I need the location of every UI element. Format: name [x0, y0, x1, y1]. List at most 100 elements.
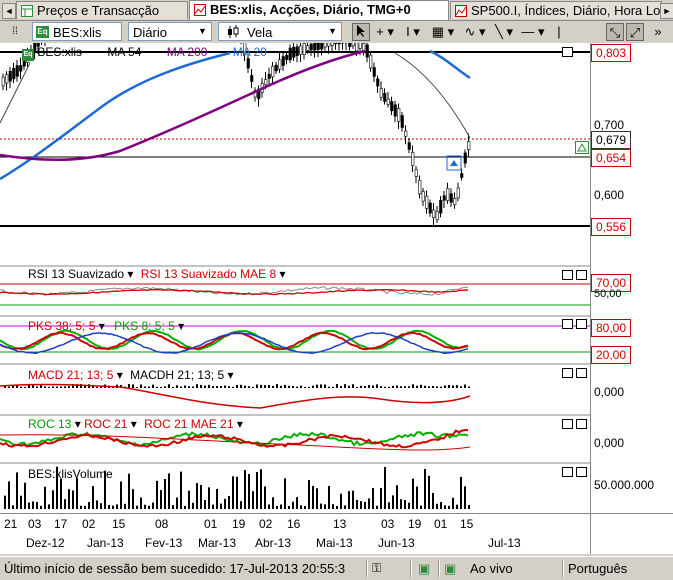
symbol-selector[interactable]: Eq BES:xlis — [32, 22, 122, 41]
cursor-tool-button[interactable] — [352, 23, 370, 41]
language-text[interactable]: Português — [568, 557, 627, 580]
horizontal-line-icon: — ▾ — [521, 24, 544, 39]
rsi-mae-label: RSI 13 Suavizado MAE 8 — [141, 267, 276, 281]
price-level-box: 0,654 — [591, 149, 631, 167]
pks-level-box: 80,00 — [591, 319, 631, 337]
panel-maximize-button[interactable] — [562, 419, 573, 429]
x-day-label: 08 — [155, 517, 168, 531]
live-status-text: Ao vivo — [470, 557, 513, 580]
x-axis-corner — [590, 513, 673, 554]
x-month-label: Jun-13 — [378, 536, 415, 550]
x-day-label: 16 — [287, 517, 300, 531]
chart-type-value: Vela — [247, 25, 272, 40]
status-bar: Último início de sessão bem sucedido: 17… — [0, 556, 673, 580]
panel-close-button[interactable] — [576, 368, 587, 378]
legend-ma54: MA 54 — [107, 45, 141, 59]
zoom-tool-button[interactable]: ⤡ — [606, 23, 624, 41]
tab-scroll-left[interactable]: ◄ — [2, 3, 16, 19]
line-tool-button[interactable]: ╲ ▾ — [492, 23, 516, 41]
roc-y-label: 0,000 — [594, 436, 624, 450]
x-day-label: 21 — [4, 517, 17, 531]
price-legend: Eq BES:xlis MA 54 MA 200 MA 20 — [22, 45, 267, 61]
tab-label: Preços e Transacção — [37, 3, 159, 18]
crosshair-tool-button[interactable]: + ▾ — [374, 23, 396, 41]
symbol-label: BES:xlis — [53, 25, 101, 40]
status-separator — [410, 560, 412, 577]
pks-level-box: 20,00 — [591, 346, 631, 364]
panel-maximize-button[interactable] — [562, 368, 573, 378]
rsi-label: RSI 13 Suavizado — [28, 267, 124, 281]
wave-tool-button[interactable]: ∿ ▾ — [462, 23, 488, 41]
macd-legend: MACD 21; 13; 5 ▾ MACDH 21; 13; 5 ▾ — [28, 368, 233, 382]
roc-legend: ROC 13 ▾ ROC 21 ▾ ROC 21 MAE 21 ▾ — [28, 417, 243, 431]
macd-y-label: 0,000 — [594, 385, 624, 399]
panel-close-button[interactable] — [576, 419, 587, 429]
pks-lines — [0, 331, 468, 354]
more-tools-button[interactable]: » — [648, 23, 668, 41]
chart-type-select[interactable]: Vela ▼ — [218, 22, 342, 41]
price-candles — [2, 43, 470, 225]
tab-sp500-chart[interactable]: SP500.I, Índices, Diário, Hora Lo — [450, 1, 662, 19]
panel-close-button[interactable] — [576, 467, 587, 477]
x-month-label: Abr-13 — [255, 536, 291, 550]
panel-maximize-button[interactable] — [562, 319, 573, 329]
period-value: Diário — [133, 25, 167, 40]
zoom-icon: ⤡ — [610, 25, 620, 40]
grid-tool-button[interactable]: ▦ ▾ — [430, 23, 456, 41]
chevron-right-icon: » — [654, 24, 661, 39]
tab-scroll-right[interactable]: ► — [660, 3, 673, 19]
panel-maximize-button[interactable] — [562, 467, 573, 477]
chart-icon — [455, 5, 467, 17]
equity-badge-icon: Eq — [22, 49, 34, 61]
x-day-label: 01 — [204, 517, 217, 531]
panel-close-button[interactable] — [576, 319, 587, 329]
rsi-legend: RSI 13 Suavizado ▾ RSI 13 Suavizado MAE … — [28, 267, 286, 281]
legend-ma200: MA 200 — [167, 45, 208, 59]
rsi-y-label: 50,00 — [594, 288, 622, 300]
x-day-label: 02 — [259, 517, 272, 531]
table-icon — [21, 5, 33, 17]
roc21-label: ROC 21 — [84, 417, 127, 431]
status-separator — [438, 560, 440, 577]
roc13-label: ROC 13 — [28, 417, 71, 431]
chevron-down-icon: ▼ — [196, 25, 209, 38]
scroll-up-arrow-icon[interactable] — [575, 141, 589, 154]
panel-maximize-button[interactable] — [562, 270, 573, 280]
x-day-label: 02 — [82, 517, 95, 531]
roc-lines — [0, 430, 470, 450]
chart-canvas[interactable]: Eq BES:xlis MA 54 MA 200 MA 20 RSI 13 Su… — [0, 43, 590, 513]
text-tool-button[interactable]: I ▾ — [400, 23, 426, 41]
expand-tool-button[interactable]: ⤢ — [626, 23, 644, 41]
expand-icon: ⤢ — [630, 25, 640, 40]
last-login-text: Último início de sessão bem sucedido: 17… — [4, 557, 345, 580]
last-price-box: 0,679 — [591, 131, 631, 149]
x-day-label: 03 — [381, 517, 394, 531]
roc-mae-label: ROC 21 MAE 21 — [144, 417, 233, 431]
macd-lines — [0, 384, 470, 408]
hline-tool-button[interactable]: — ▾ — [520, 23, 546, 41]
x-day-label: 15 — [460, 517, 473, 531]
status-separator — [562, 560, 564, 577]
volume-label: BES:xlisVolume — [28, 467, 113, 481]
connection-icon[interactable]: ⚿ — [372, 557, 381, 580]
tab-bes-chart[interactable]: BES:xlis, Acções, Diário, TMG+0 — [189, 0, 449, 20]
period-select[interactable]: Diário ▼ — [128, 22, 212, 41]
legend-symbol: BES:xlis — [37, 45, 82, 59]
price-level-box: 0,556 — [591, 218, 631, 236]
status-separator — [366, 560, 368, 577]
legend-ma20: MA 20 — [233, 45, 267, 59]
x-month-label: Jul-13 — [488, 536, 521, 550]
chart-icon — [194, 4, 206, 16]
x-day-label: 19 — [232, 517, 245, 531]
chevron-down-icon: ▼ — [326, 25, 339, 38]
y-tick-label: 0,600 — [594, 188, 624, 202]
x-day-label: 01 — [434, 517, 447, 531]
tab-prices-transactions[interactable]: Preços e Transacção — [16, 1, 188, 19]
grid-icon: ▦ ▾ — [432, 24, 454, 39]
panel-maximize-button[interactable] — [562, 47, 573, 57]
x-day-label: 03 — [28, 517, 41, 531]
volume-y-label: 50.000.000 — [594, 478, 654, 492]
wave-icon: ∿ ▾ — [464, 24, 485, 39]
panel-close-button[interactable] — [576, 270, 587, 280]
chart-toolbar: ⁞⁞ Eq BES:xlis Diário ▼ Vela ▼ + ▾ I ▾ ▦… — [0, 21, 673, 43]
